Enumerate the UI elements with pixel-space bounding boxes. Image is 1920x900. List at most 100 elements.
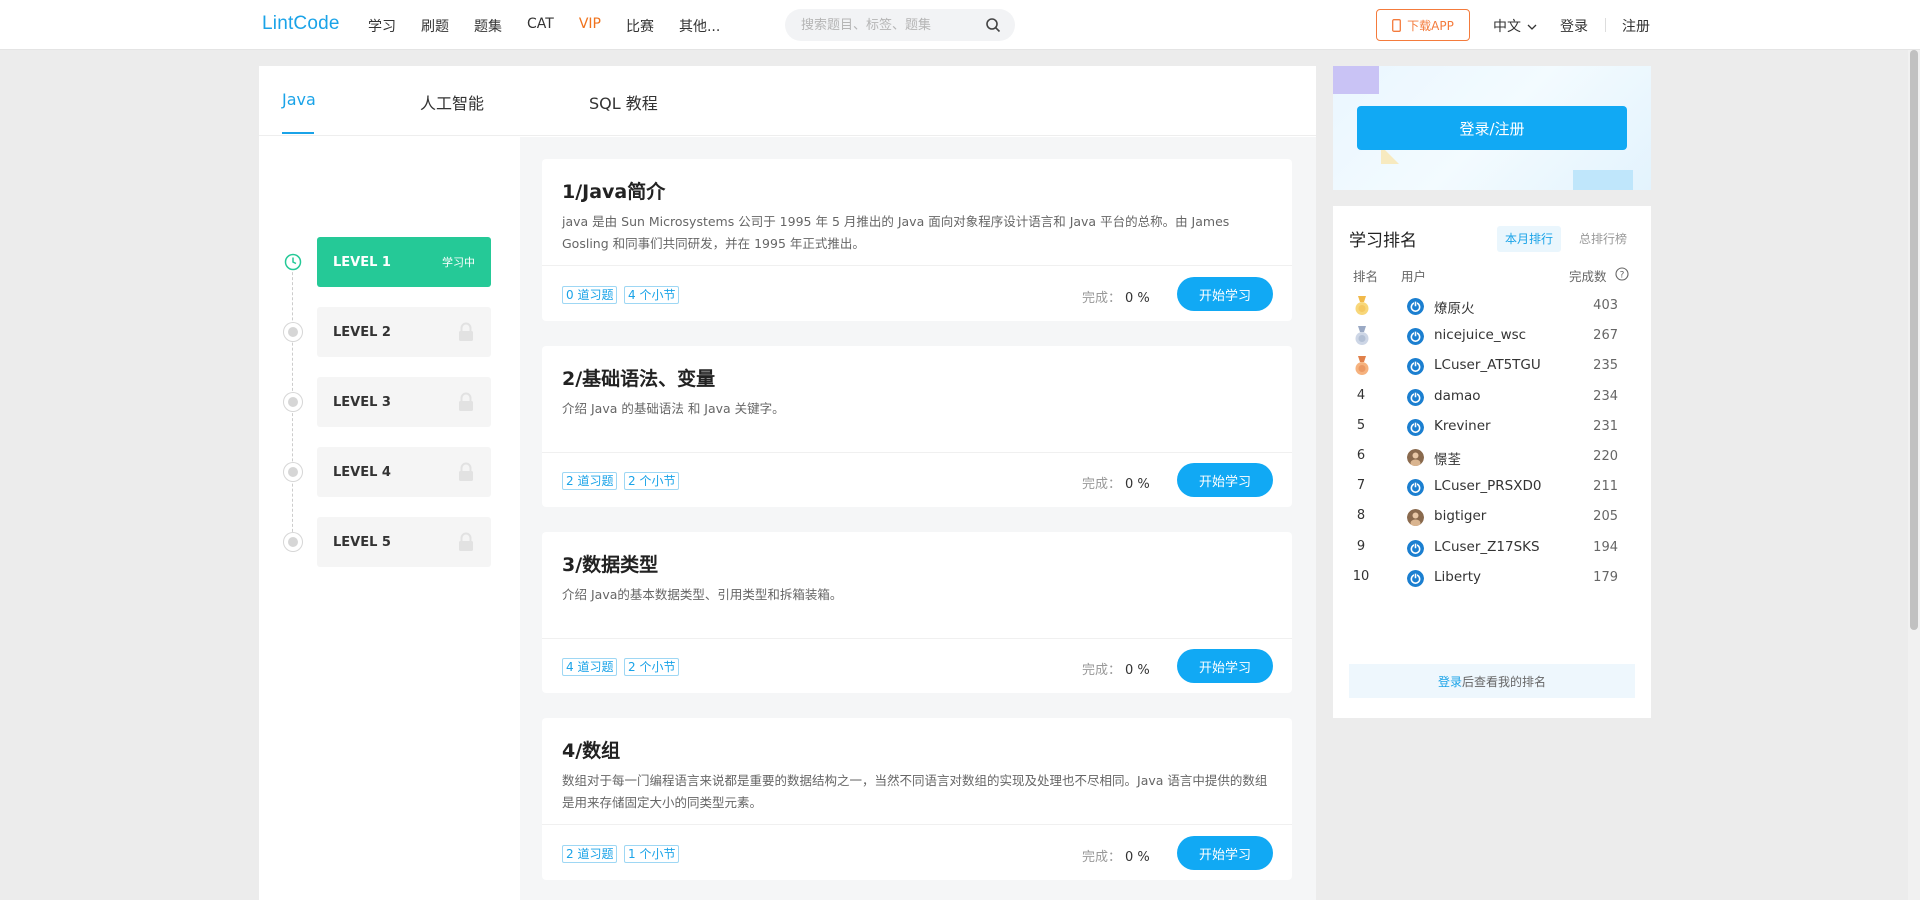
tab-monthly-ranking[interactable]: 本月排行: [1497, 226, 1562, 252]
level-status: 学习中: [442, 256, 475, 269]
lesson-list: 1/Java简介 java 是由 Sun Microsystems 公司于 19…: [520, 137, 1316, 900]
completed-count: 231: [1593, 418, 1618, 434]
rank-number: 5: [1356, 417, 1366, 433]
power-icon[interactable]: [1407, 539, 1424, 557]
level-label: LEVEL 2: [333, 324, 391, 340]
tab-sql[interactable]: SQL 教程: [589, 90, 658, 114]
username[interactable]: Liberty: [1434, 569, 1481, 585]
lock-icon: [459, 392, 473, 411]
footer-text: 后查看我的排名: [1462, 674, 1547, 689]
username[interactable]: 燎原火: [1434, 297, 1475, 317]
completion-caption: 完成：: [1082, 663, 1122, 678]
username[interactable]: LCuser_PRSXD0: [1434, 478, 1541, 494]
nav-problem-sets[interactable]: 题集: [474, 16, 502, 36]
rank-number: 4: [1356, 387, 1366, 403]
user-avatar[interactable]: [1407, 449, 1424, 466]
username[interactable]: bigtiger: [1434, 508, 1486, 524]
sections-tag: 4 个小节: [624, 286, 680, 304]
lesson-title[interactable]: 2/基础语法、变量: [562, 364, 715, 391]
card-divider: [542, 824, 1292, 825]
page-scrollbar[interactable]: [1908, 50, 1920, 900]
ranking-title: 学习排名: [1349, 231, 1417, 251]
login-promo-banner: 登录/注册: [1333, 66, 1651, 190]
level-label: LEVEL 1: [333, 254, 391, 270]
footer-login-link[interactable]: 登录: [1438, 673, 1462, 690]
col-rank-header: 排名: [1353, 269, 1379, 284]
tab-ai[interactable]: 人工智能: [420, 90, 484, 114]
level-3[interactable]: LEVEL 3: [317, 377, 491, 427]
ranking-row: 4 damao 234: [1333, 382, 1651, 412]
level-5[interactable]: LEVEL 5: [317, 517, 491, 567]
chevron-down-icon: [1527, 24, 1537, 30]
search-box: [785, 9, 1015, 41]
completion-caption: 完成：: [1082, 477, 1122, 492]
nav-more[interactable]: 其他...: [679, 16, 720, 36]
lintcode-logo[interactable]: LintCode: [262, 13, 340, 35]
username[interactable]: Kreviner: [1434, 418, 1491, 434]
download-app-button[interactable]: 下载APP: [1376, 9, 1470, 41]
nav-learn[interactable]: 学习: [368, 16, 396, 36]
power-icon[interactable]: [1407, 479, 1424, 497]
completed-count: 179: [1593, 569, 1618, 585]
rank-number: 7: [1356, 478, 1366, 494]
start-learning-button[interactable]: 开始学习: [1177, 836, 1273, 870]
level-1[interactable]: LEVEL 1 学习中: [317, 237, 491, 287]
completed-count: 267: [1593, 328, 1618, 344]
power-icon[interactable]: [1407, 328, 1424, 346]
tab-total-ranking[interactable]: 总排行榜: [1571, 226, 1635, 252]
level-label: LEVEL 5: [333, 534, 391, 550]
level-4[interactable]: LEVEL 4: [317, 447, 491, 497]
ranking-row: 6 憬荃 220: [1333, 442, 1651, 472]
search-icon[interactable]: [985, 17, 1001, 33]
clock-icon: [284, 253, 302, 271]
scrollbar-thumb[interactable]: [1910, 50, 1918, 630]
username[interactable]: 憬荃: [1434, 448, 1461, 468]
username[interactable]: LCuser_AT5TGU: [1434, 357, 1541, 373]
ranking-row: 9 LCuser_Z17SKS 194: [1333, 533, 1651, 563]
rank-number: 9: [1356, 538, 1366, 554]
level-sidebar: LEVEL 1 学习中 LEVEL 2 LEVEL 3 LEVEL 4 LEVE…: [259, 137, 520, 900]
lesson-title[interactable]: 4/数组: [562, 736, 620, 763]
nav-vip[interactable]: VIP: [579, 16, 601, 36]
login-link[interactable]: 登录: [1560, 16, 1588, 36]
rank-number: 10: [1352, 568, 1370, 584]
power-icon[interactable]: [1407, 388, 1424, 406]
power-icon[interactable]: [1407, 569, 1424, 587]
ranking-row: 10 Liberty 179: [1333, 563, 1651, 593]
username[interactable]: damao: [1434, 388, 1481, 404]
username[interactable]: nicejuice_wsc: [1434, 327, 1526, 343]
nav-contest[interactable]: 比赛: [626, 16, 654, 36]
lesson-title[interactable]: 1/Java简介: [562, 177, 665, 204]
nav-practice[interactable]: 刷题: [421, 16, 449, 36]
course-tabs: Java 人工智能 SQL 教程: [259, 66, 1316, 136]
power-icon[interactable]: [1407, 298, 1424, 315]
ranking-panel: 学习排名 本月排行 总排行榜 排名 用户 完成数 ? 燎原火 403 nicejui…: [1333, 206, 1651, 718]
lesson-title[interactable]: 3/数据类型: [562, 550, 658, 577]
lesson-description: java 是由 Sun Microsystems 公司于 1995 年 5 月推…: [562, 214, 1230, 251]
username[interactable]: LCuser_Z17SKS: [1434, 539, 1540, 555]
phone-icon: [1392, 18, 1402, 32]
help-icon[interactable]: ?: [1615, 267, 1629, 281]
timeline-node: [284, 463, 302, 481]
decoration: [1333, 66, 1379, 94]
nav-cat[interactable]: CAT: [527, 16, 554, 36]
language-selector[interactable]: 中文: [1493, 16, 1537, 36]
start-learning-button[interactable]: 开始学习: [1177, 277, 1273, 311]
lock-icon: [459, 532, 473, 551]
power-icon[interactable]: [1407, 418, 1424, 436]
user-avatar[interactable]: [1407, 509, 1424, 527]
level-label: LEVEL 3: [333, 394, 391, 410]
questions-tag: 2 道习题: [562, 472, 618, 490]
lesson-card: 4/数组 数组对于每一门编程语言来说都是重要的数据结构之一，当然不同语言对数组的…: [542, 718, 1292, 880]
power-icon[interactable]: [1407, 358, 1424, 376]
top-navbar: LintCode 学习 刷题 题集 CAT VIP 比赛 其他... 下载APP…: [0, 0, 1920, 50]
completion-label: 完成： 0 %: [1082, 473, 1150, 492]
search-input[interactable]: [801, 15, 971, 35]
login-register-button[interactable]: 登录/注册: [1357, 106, 1627, 150]
tab-java[interactable]: Java: [282, 90, 316, 109]
register-link[interactable]: 注册: [1622, 16, 1650, 36]
start-learning-button[interactable]: 开始学习: [1177, 649, 1273, 683]
rank-number: 8: [1356, 508, 1366, 524]
level-2[interactable]: LEVEL 2: [317, 307, 491, 357]
start-learning-button[interactable]: 开始学习: [1177, 463, 1273, 497]
